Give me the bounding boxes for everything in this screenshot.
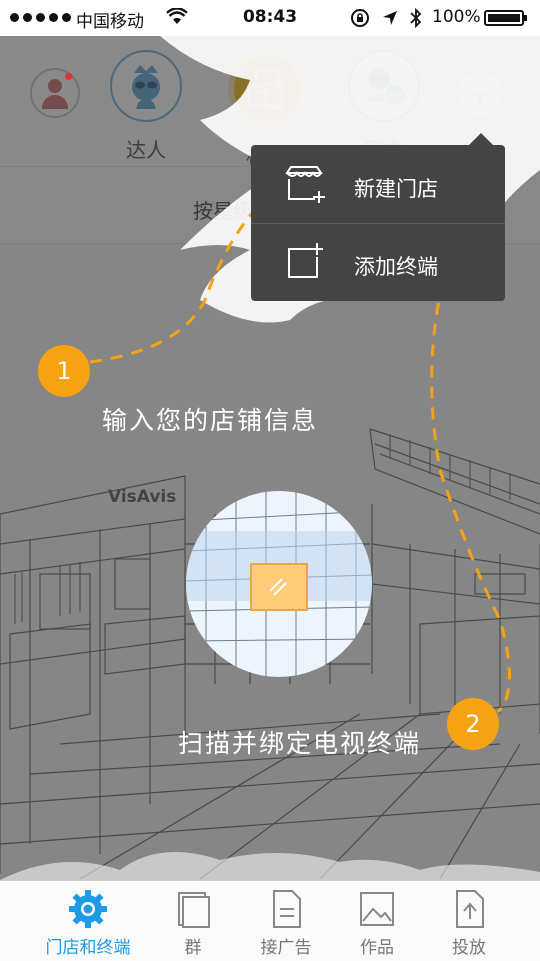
daren-icon bbox=[110, 50, 182, 122]
image-icon bbox=[357, 889, 397, 929]
group-icon bbox=[173, 889, 213, 929]
tab-label: 投放 bbox=[452, 938, 486, 958]
step-1-badge: 1 bbox=[38, 345, 90, 397]
gear-icon bbox=[68, 889, 108, 929]
rotation-lock-icon bbox=[350, 8, 370, 33]
new-store-menu-item[interactable]: 新建门店 bbox=[251, 145, 505, 224]
bluetooth-icon bbox=[410, 7, 422, 33]
tv-terminal-icon bbox=[250, 563, 308, 611]
xiangzhi-icon bbox=[228, 50, 306, 128]
battery-icon bbox=[484, 10, 527, 26]
upload-icon bbox=[449, 889, 489, 929]
profile-avatar-button[interactable] bbox=[30, 68, 80, 118]
tab-label: 门店和终端 bbox=[45, 938, 131, 958]
menu-item-label: 添加终端 bbox=[354, 255, 438, 279]
category-label: 达人 bbox=[126, 138, 166, 162]
menu-item-label: 新建门店 bbox=[354, 177, 438, 201]
battery-percent: 100% bbox=[432, 7, 481, 27]
tab-launch[interactable]: 投放 bbox=[424, 881, 514, 961]
tab-accept-ads[interactable]: 接广告 bbox=[240, 881, 332, 961]
quanzhi-icon bbox=[348, 50, 420, 122]
tab-group[interactable]: 群 bbox=[148, 881, 238, 961]
tab-label: 接广告 bbox=[260, 938, 312, 958]
add-button[interactable] bbox=[455, 69, 505, 119]
store-sign: VisAvis bbox=[108, 487, 176, 507]
add-terminal-menu-item[interactable]: 添加终端 bbox=[251, 223, 505, 301]
terminal-add-icon bbox=[283, 243, 329, 283]
tab-stores-terminals[interactable]: 门店和终端 bbox=[28, 881, 148, 961]
bottom-tab-bar: 门店和终端 群 接广告 作品 投放 bbox=[0, 880, 540, 961]
location-arrow-icon bbox=[382, 10, 398, 31]
status-bar: 中国移动 08:43 100% bbox=[0, 0, 540, 36]
store-add-icon bbox=[283, 165, 329, 205]
plus-icon bbox=[470, 84, 490, 104]
step-2-hint: 扫描并绑定电视终端 bbox=[178, 729, 422, 758]
tab-label: 作品 bbox=[360, 938, 394, 958]
category-daren[interactable]: 达人 bbox=[108, 50, 184, 163]
add-popup-menu: 新建门店 添加终端 bbox=[251, 133, 505, 301]
tab-works[interactable]: 作品 bbox=[332, 881, 422, 961]
step-2-badge: 2 bbox=[447, 698, 499, 750]
notification-dot bbox=[65, 73, 72, 80]
step-1-hint: 输入您的店铺信息 bbox=[102, 406, 319, 435]
document-icon bbox=[266, 889, 306, 929]
tab-label: 群 bbox=[184, 938, 202, 958]
